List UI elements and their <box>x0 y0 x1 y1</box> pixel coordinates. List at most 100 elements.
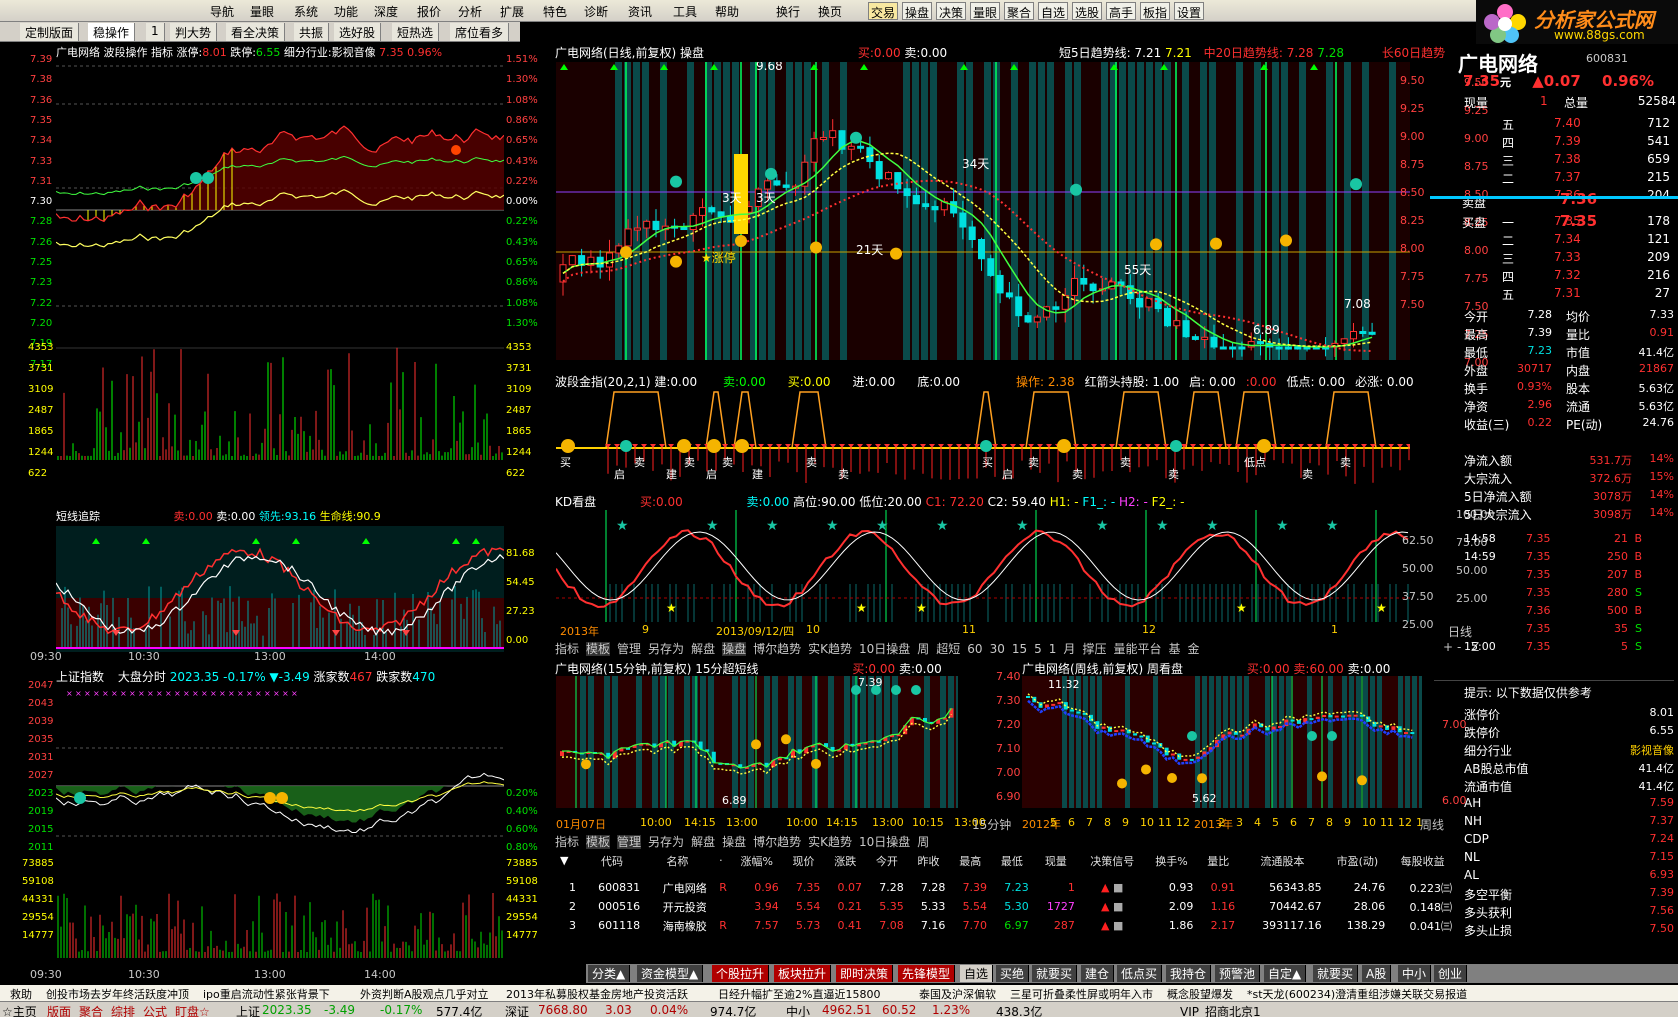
column-header[interactable]: 涨幅% <box>731 851 783 870</box>
tab-7[interactable]: 短热选 <box>392 23 440 41</box>
tb2-item-2[interactable]: 管理 <box>617 835 642 849</box>
tool-button-6[interactable]: 选股 <box>1072 2 1103 20</box>
tb2-item-1[interactable]: 模板 <box>586 835 611 849</box>
bottom-tab-14[interactable]: 就要买 <box>1313 965 1359 982</box>
ticker-item[interactable]: ipo重启流动性紧张背景下 <box>203 986 330 1001</box>
column-header[interactable]: 涨跌 <box>824 851 866 870</box>
kline-toolbar-16[interactable]: 月 <box>1063 642 1075 656</box>
ticker-item[interactable]: 创投市场去岁年终活跃度冲顶 <box>46 986 189 1001</box>
bottom-tab-10[interactable]: 低点买 <box>1117 965 1163 982</box>
tab-6[interactable]: 选好股 <box>334 23 382 41</box>
kd-chart[interactable]: ★ ★ ★ ★ ★ ★ ★ ★ ★ ★ ★ ★ ★ ★ ★ ★ ★ <box>556 510 1410 622</box>
wave-chart[interactable]: 买启卖建卖启卖建卖卖买启卖卖卖卖低点卖卖 <box>556 390 1410 490</box>
menu-item-13[interactable]: 换行 <box>776 3 800 20</box>
table-row[interactable]: 3 601118 海南橡胶 R 7.57 5.73 0.41 7.08 7.16 7.70 6.97… <box>556 916 1456 935</box>
ticker-item[interactable]: 概念股望爆发 <box>1167 986 1233 1001</box>
track-chart[interactable] <box>56 526 504 652</box>
daily-kline-chart[interactable]: 9.68 3天 3天 ★涨停 21天 34天 55天 6.89 7.08 <box>556 62 1410 360</box>
status-item-1[interactable]: 版面 <box>47 1003 71 1017</box>
tool-button-0[interactable]: 交易 <box>868 2 899 20</box>
tb2-item-7[interactable]: 实K趋势 <box>808 835 852 849</box>
bottom-tab-1[interactable]: 资金模型▲ <box>637 965 704 982</box>
tool-button-5[interactable]: 自选 <box>1038 2 1069 20</box>
kline-toolbar-19[interactable]: 基 <box>1168 642 1180 656</box>
sort-icon[interactable]: ▼ <box>556 851 580 870</box>
ticker-item[interactable]: 外资判断A股观点几乎对立 <box>360 986 489 1001</box>
bottom-tab-16[interactable]: 中小 <box>1398 965 1432 982</box>
kline-toolbar-8[interactable]: 10日操盘 <box>859 642 910 656</box>
tb2-item-6[interactable]: 博尔趋势 <box>753 835 801 849</box>
kline-toolbar-7[interactable]: 实K趋势 <box>808 642 852 656</box>
tab-2[interactable]: 1 <box>146 23 165 41</box>
menu-item-5[interactable]: 报价 <box>417 3 441 20</box>
news-ticker[interactable]: 救助 创投市场去岁年终活跃度冲顶 ipo重启流动性紧张背景下 外资判断A股观点几乎对立… <box>0 985 1678 1001</box>
tb2-item-3[interactable]: 另存为 <box>648 835 684 849</box>
menu-item-10[interactable]: 资讯 <box>628 3 652 20</box>
tool-button-8[interactable]: 板指 <box>1140 2 1171 20</box>
column-header[interactable]: 流通股本 <box>1239 851 1326 870</box>
tab-1[interactable]: 稳操作 <box>88 23 136 41</box>
kline-toolbar-14[interactable]: 5 <box>1034 642 1042 656</box>
bottom-tab-2[interactable]: 个股拉升 <box>712 965 770 982</box>
ticker-item[interactable]: *st天龙(600234)澄清重组涉嫌关联交易报道 <box>1247 986 1467 1001</box>
ticker-item[interactable]: 救助 <box>10 986 32 1001</box>
kline-toolbar-3[interactable]: 另存为 <box>648 642 684 656</box>
tab-4[interactable]: 看全决策 <box>226 23 286 41</box>
kline-toolbar-13[interactable]: 15 <box>1012 642 1027 656</box>
bottom-tab-0[interactable]: 分类▲ <box>588 965 631 982</box>
tb2-item-9[interactable]: 周 <box>917 835 929 849</box>
kline-toolbar-6[interactable]: 博尔趋势 <box>753 642 801 656</box>
status-item-5[interactable]: 盯盘☆ <box>175 1003 210 1017</box>
menu-item-6[interactable]: 分析 <box>458 3 482 20</box>
column-header[interactable]: 现价 <box>783 851 825 870</box>
tool-button-9[interactable]: 设置 <box>1174 2 1205 20</box>
tool-button-2[interactable]: 决策 <box>936 2 967 20</box>
min15-chart[interactable]: 7.39 6.89 <box>556 676 958 808</box>
menu-item-11[interactable]: 工具 <box>673 3 697 20</box>
bottom-tab-13[interactable]: 自定▲ <box>1264 965 1307 982</box>
ticker-item[interactable]: 三星可折叠柔性屏或明年入市 <box>1010 986 1153 1001</box>
ticker-item[interactable]: 日经升幅扩至逾2%直逼近15800 <box>718 986 880 1001</box>
tool-button-4[interactable]: 聚合 <box>1004 2 1035 20</box>
tb2-item-0[interactable]: 指标 <box>555 835 579 849</box>
bottom-tab-11[interactable]: 我持仓 <box>1166 965 1212 982</box>
table-row[interactable]: 2 000516 开元投资 3.94 5.54 0.21 5.35 5.33 5.54 5.30 1… <box>556 897 1456 916</box>
index-chart[interactable]: × × × × × × × × × × × × × × × × × × × × × × × × × × <box>56 686 504 966</box>
bottom-tab-5[interactable]: 先锋模型 <box>898 965 956 982</box>
menu-item-7[interactable]: 扩展 <box>500 3 524 20</box>
ticker-item[interactable]: 泰国及沪深偏软 <box>919 986 996 1001</box>
status-item-3[interactable]: 综排 <box>111 1003 135 1017</box>
bottom-tab-3[interactable]: 板块拉升 <box>774 965 832 982</box>
menu-item-8[interactable]: 特色 <box>543 3 567 20</box>
kline-toolbar-12[interactable]: 30 <box>990 642 1005 656</box>
tb2-item-4[interactable]: 解盘 <box>691 835 715 849</box>
tb2-item-8[interactable]: 10日操盘 <box>859 835 910 849</box>
kline-toolbar-15[interactable]: 1 <box>1049 642 1057 656</box>
column-header[interactable]: 换手% <box>1146 851 1198 870</box>
kline-toolbar-1[interactable]: 模板 <box>586 642 611 656</box>
tool-button-3[interactable]: 量眼 <box>970 2 1001 20</box>
menu-item-1[interactable]: 量眼 <box>250 3 274 20</box>
tab-8[interactable]: 席位看多 <box>450 23 510 41</box>
kline-toolbar-11[interactable]: 60 <box>967 642 982 656</box>
column-header[interactable]: 量比 <box>1197 851 1239 870</box>
column-header[interactable]: 名称 <box>644 851 711 870</box>
status-item-4[interactable]: 公式 <box>143 1003 167 1017</box>
column-header[interactable]: 代码 <box>580 851 644 870</box>
tool-button-7[interactable]: 高手 <box>1106 2 1137 20</box>
intraday-chart[interactable] <box>56 60 504 510</box>
kline-toolbar-4[interactable]: 解盘 <box>691 642 715 656</box>
menu-item-2[interactable]: 系统 <box>294 3 318 20</box>
bottom-tab-7[interactable]: 买绝 <box>996 965 1030 982</box>
kline-toolbar-2[interactable]: 管理 <box>617 642 641 656</box>
status-item-0[interactable]: ☆主页 <box>2 1003 37 1017</box>
menu-item-12[interactable]: 帮助 <box>715 3 739 20</box>
menu-item-9[interactable]: 诊断 <box>584 3 608 20</box>
column-header[interactable]: 市盈(动) <box>1326 851 1390 870</box>
kline-toolbar-10[interactable]: 超短 <box>936 642 960 656</box>
bottom-tab-9[interactable]: 建仓 <box>1081 965 1115 982</box>
table-row[interactable]: 1 600831 广电网络 R 0.96 7.35 0.07 7.28 7.28 7.39 7.23… <box>556 878 1456 897</box>
kline-toolbar-17[interactable]: 撑压 <box>1082 642 1106 656</box>
column-header[interactable]: · <box>711 851 731 870</box>
kline-toolbar-18[interactable]: 量能平台 <box>1113 642 1161 656</box>
